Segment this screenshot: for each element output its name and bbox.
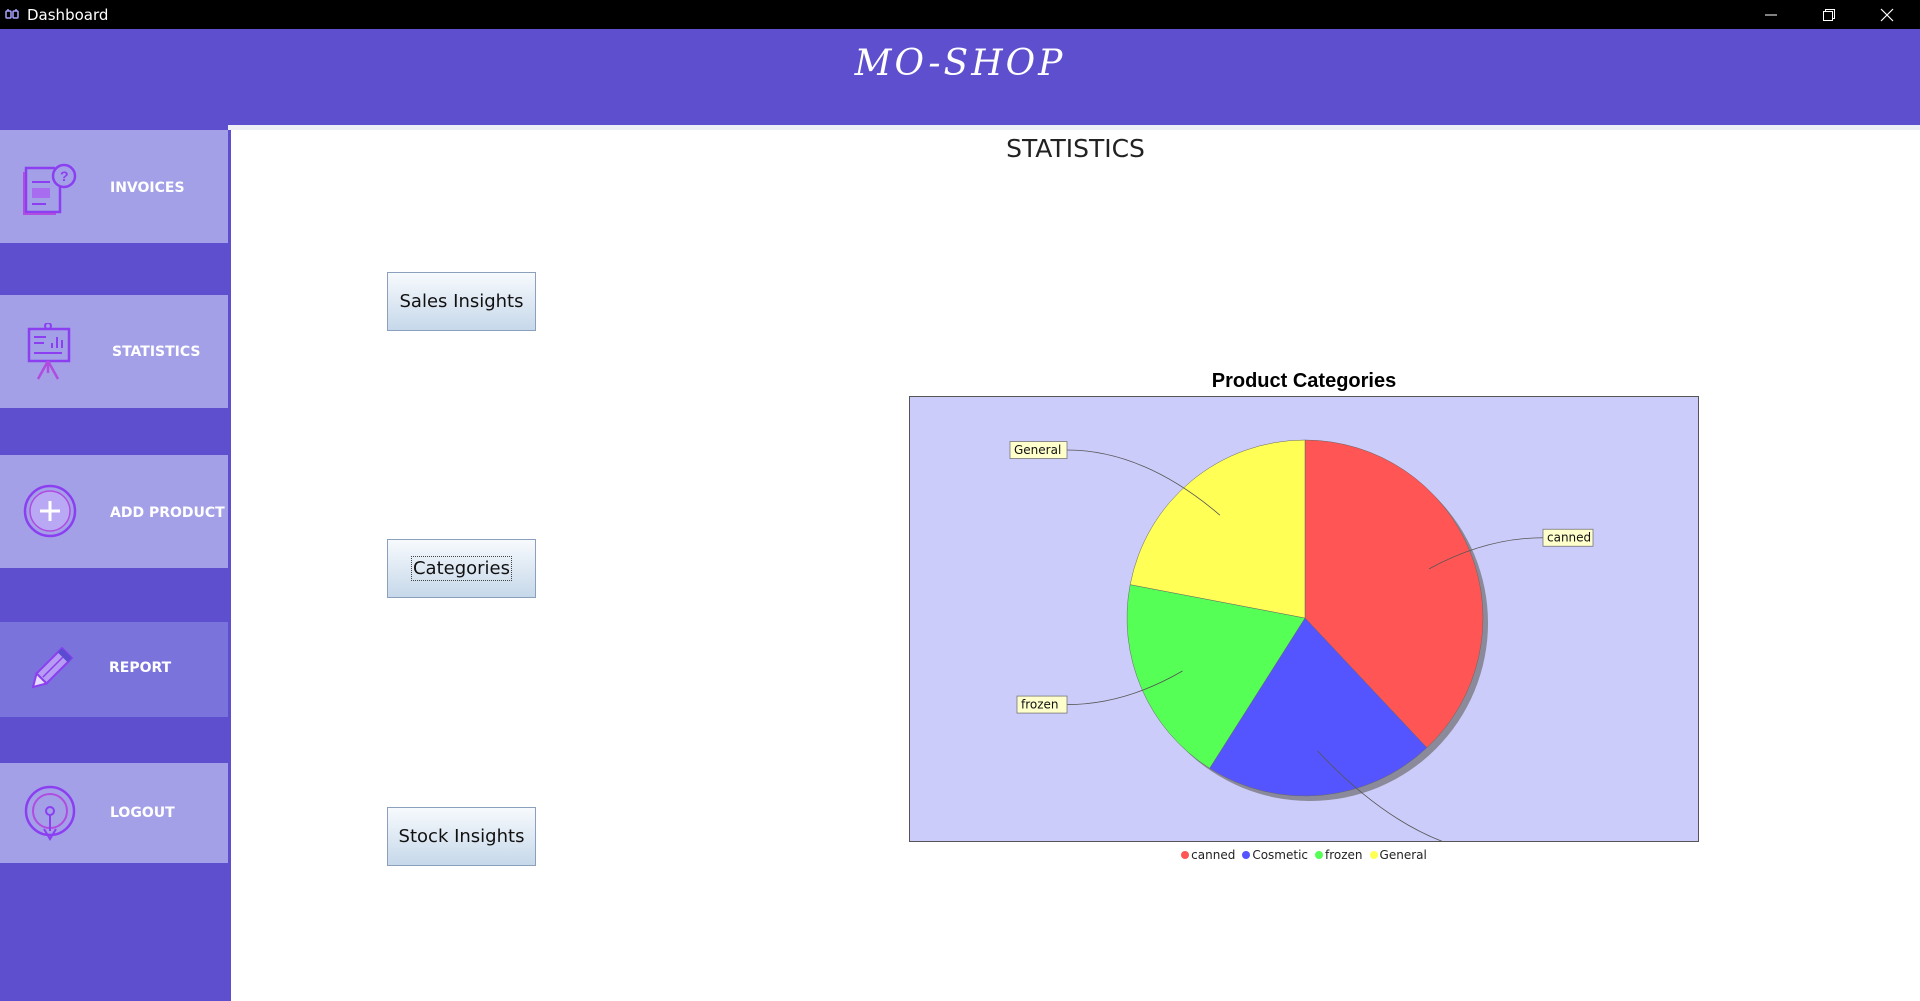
app-header: MO-SHOP bbox=[0, 29, 1920, 125]
legend-item: frozen bbox=[1315, 848, 1363, 862]
restore-icon bbox=[1823, 8, 1835, 21]
main-content: STATISTICS Sales Insights Categories Sto… bbox=[231, 130, 1920, 1001]
button-label: Stock Insights bbox=[398, 826, 525, 847]
sidebar-item-label: INVOICES bbox=[110, 180, 185, 196]
presentation-chart-icon bbox=[27, 323, 71, 380]
page-title: STATISTICS bbox=[1006, 134, 1145, 163]
window-titlebar: Dashboard bbox=[0, 0, 1920, 29]
sidebar-item-invoices[interactable]: ? INVOICES bbox=[0, 130, 228, 243]
legend-label: General bbox=[1379, 848, 1427, 862]
close-icon bbox=[1880, 8, 1894, 21]
sidebar-item-label: ADD PRODUCT bbox=[110, 505, 225, 521]
legend-label: frozen bbox=[1325, 848, 1363, 862]
stock-insights-button[interactable]: Stock Insights bbox=[387, 807, 536, 866]
chart-legend: canned Cosmetic frozen General bbox=[909, 848, 1699, 862]
legend-swatch bbox=[1369, 851, 1378, 859]
legend-label: Cosmetic bbox=[1252, 848, 1309, 862]
invoice-icon: ? bbox=[23, 163, 77, 215]
button-label: Categories bbox=[410, 556, 513, 581]
legend-item: canned bbox=[1181, 848, 1235, 862]
minimize-button[interactable] bbox=[1742, 0, 1800, 29]
logout-icon bbox=[24, 785, 76, 841]
slice-label: canned bbox=[1547, 531, 1591, 545]
app-icon bbox=[5, 9, 19, 19]
sidebar-item-label: REPORT bbox=[109, 660, 172, 676]
close-button[interactable] bbox=[1858, 0, 1916, 29]
sidebar-item-add-product[interactable]: ADD PRODUCT bbox=[0, 455, 228, 568]
legend-swatch bbox=[1242, 851, 1251, 859]
sidebar: ? INVOICES STATISTICS ADD PRODUCT REPORT… bbox=[0, 125, 228, 1001]
legend-swatch bbox=[1181, 851, 1190, 859]
window-title: Dashboard bbox=[27, 6, 109, 24]
slice-label: frozen bbox=[1021, 698, 1059, 712]
sidebar-item-label: LOGOUT bbox=[110, 805, 175, 821]
legend-item: General bbox=[1369, 848, 1427, 862]
sales-insights-button[interactable]: Sales Insights bbox=[387, 272, 536, 331]
add-circle-icon bbox=[23, 484, 77, 538]
sidebar-item-logout[interactable]: LOGOUT bbox=[0, 763, 228, 863]
sidebar-item-label: STATISTICS bbox=[112, 344, 201, 360]
minimize-icon bbox=[1765, 14, 1777, 15]
pie-chart-plot: canned Cosmetic frozen General bbox=[909, 396, 1699, 864]
legend-label: canned bbox=[1191, 848, 1236, 862]
chart-title: Product Categories bbox=[1211, 370, 1397, 392]
categories-button[interactable]: Categories bbox=[387, 539, 536, 598]
sidebar-item-statistics[interactable]: STATISTICS bbox=[0, 295, 228, 408]
slice-label: General bbox=[1014, 443, 1061, 457]
brand-logo-text: MO-SHOP bbox=[854, 43, 1066, 84]
pencil-icon bbox=[31, 646, 74, 689]
button-label: Sales Insights bbox=[399, 291, 524, 312]
restore-button[interactable] bbox=[1800, 0, 1858, 29]
pie-chart: canned Cosmetic frozen General bbox=[1009, 439, 1594, 864]
svg-text:?: ? bbox=[60, 168, 69, 184]
sidebar-item-report[interactable]: REPORT bbox=[0, 622, 228, 717]
legend-item: Cosmetic bbox=[1242, 848, 1308, 862]
legend-swatch bbox=[1315, 851, 1324, 859]
